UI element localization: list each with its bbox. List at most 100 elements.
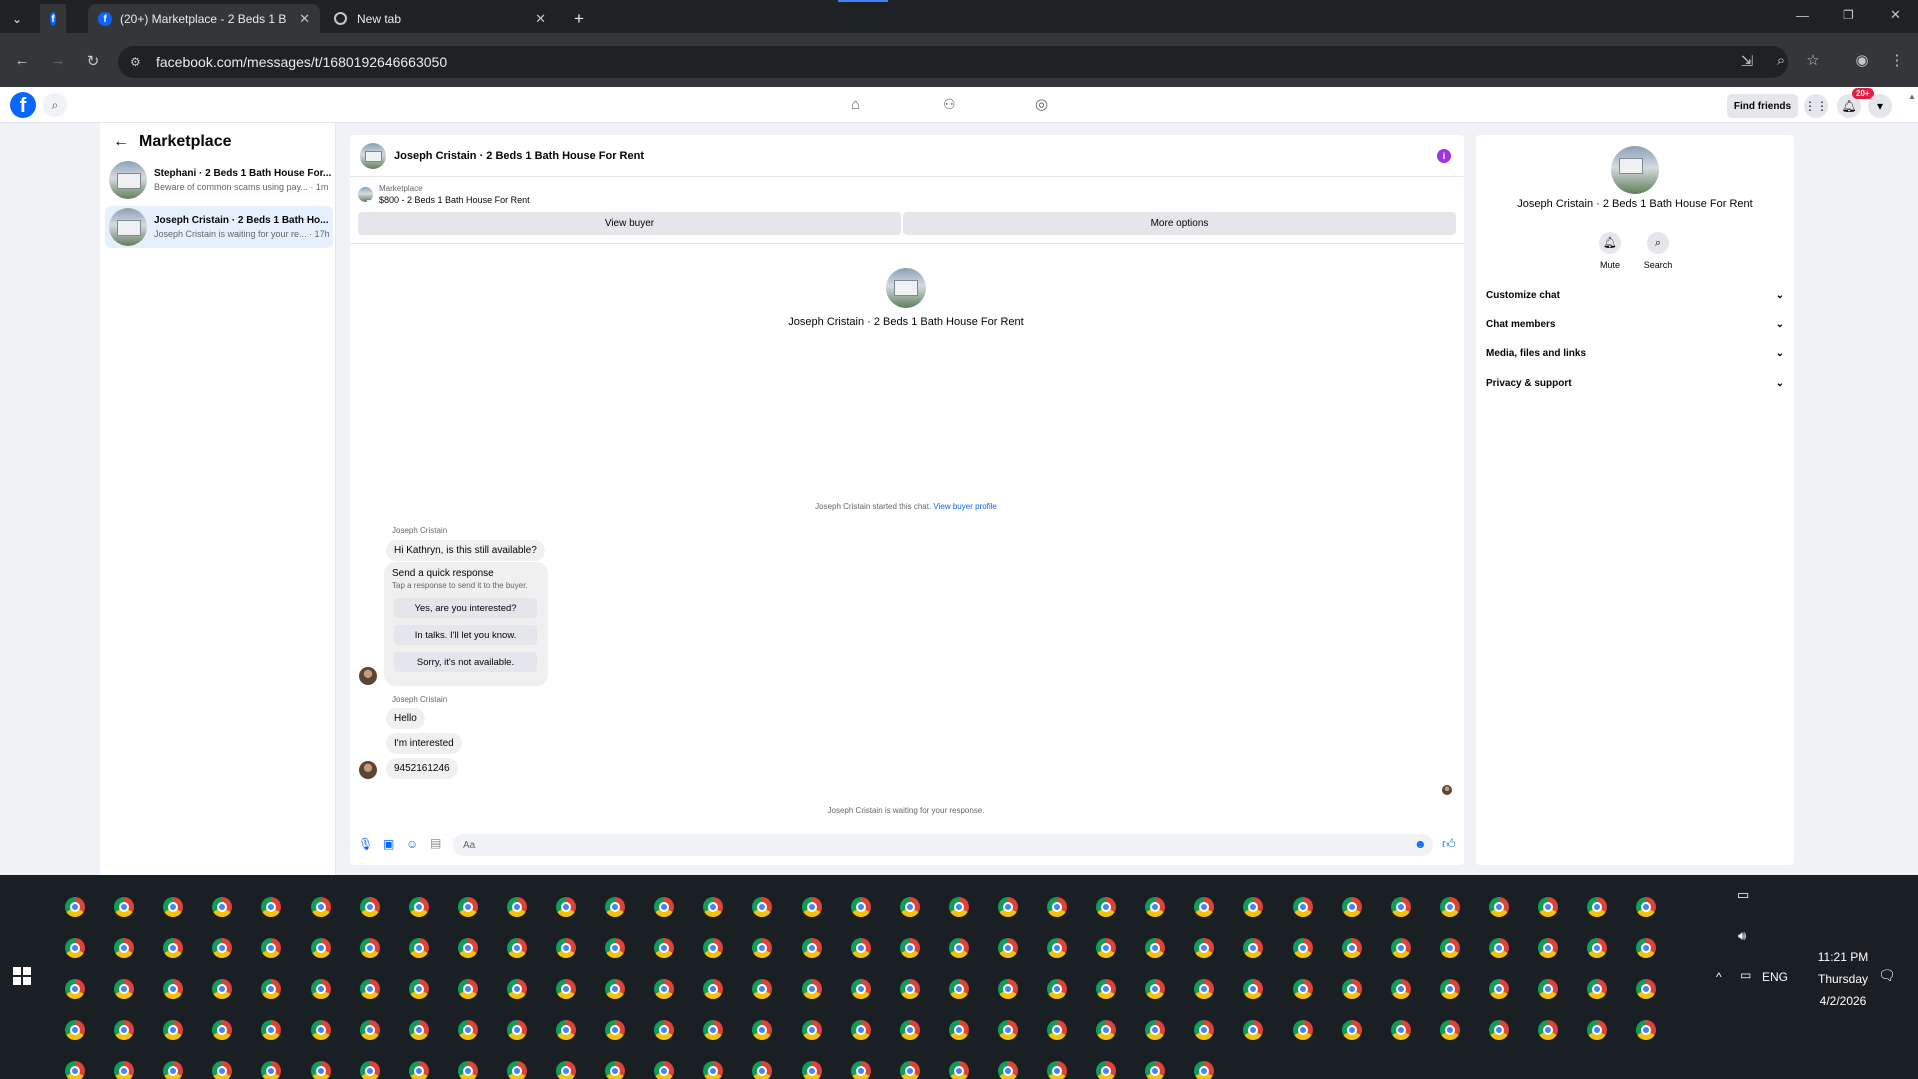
chrome-taskbar-icon[interactable]	[506, 979, 527, 999]
chrome-taskbar-icon[interactable]	[850, 897, 871, 917]
chrome-taskbar-icon[interactable]	[1292, 897, 1313, 917]
search-icon[interactable]: ⌕	[43, 93, 67, 117]
chrome-taskbar-icon[interactable]	[948, 1020, 969, 1040]
chrome-taskbar-icon[interactable]	[948, 1061, 969, 1079]
chrome-taskbar-icon[interactable]	[1145, 1061, 1166, 1079]
search-conversation-button[interactable]: ⌕ Search	[1638, 232, 1678, 270]
close-window-icon[interactable]: ✕	[1890, 7, 1901, 23]
apps-grid-icon[interactable]: ⋮⋮	[1804, 94, 1828, 118]
chrome-taskbar-icon[interactable]	[997, 897, 1018, 917]
chrome-taskbar-icon[interactable]	[1390, 1020, 1411, 1040]
forward-icon[interactable]: →	[47, 52, 69, 69]
chrome-taskbar-icon[interactable]	[556, 979, 576, 999]
quick-response-button[interactable]: Sorry, it's not available.	[394, 652, 537, 672]
profile-icon[interactable]: ◉	[1851, 51, 1873, 69]
new-tab-button[interactable]: +	[564, 4, 588, 33]
chrome-taskbar-icon[interactable]	[899, 979, 920, 999]
chrome-taskbar-icon[interactable]	[1538, 938, 1558, 958]
section-media-files[interactable]: Media, files and links ⌄	[1486, 348, 1784, 359]
chrome-taskbar-icon[interactable]	[310, 1020, 331, 1040]
chrome-taskbar-icon[interactable]	[506, 1061, 527, 1079]
quick-response-button[interactable]: In talks. I'll let you know.	[394, 625, 537, 645]
menu-icon[interactable]: ⋮	[1886, 51, 1908, 69]
back-arrow-icon[interactable]: ←	[113, 133, 129, 151]
chrome-taskbar-icon[interactable]	[801, 897, 822, 917]
chrome-taskbar-icon[interactable]	[359, 938, 380, 958]
chrome-taskbar-icon[interactable]	[605, 938, 626, 958]
page-scrollbar[interactable]: ▲	[1908, 92, 1916, 870]
chrome-taskbar-icon[interactable]	[408, 938, 429, 958]
chrome-taskbar-icon[interactable]	[310, 1061, 331, 1079]
chrome-taskbar-icon[interactable]	[801, 1020, 822, 1040]
chrome-taskbar-icon[interactable]	[1390, 897, 1411, 917]
chrome-taskbar-icon[interactable]	[506, 1020, 527, 1040]
mute-button[interactable]: 🔔︎ Mute	[1590, 232, 1630, 270]
chrome-taskbar-icon[interactable]	[1096, 1061, 1117, 1079]
chrome-taskbar-icon[interactable]	[65, 897, 85, 917]
bookmark-star-icon[interactable]: ☆	[1802, 51, 1824, 69]
chrome-taskbar-icon[interactable]	[1587, 938, 1608, 958]
chrome-taskbar-icon[interactable]	[212, 1061, 233, 1079]
view-buyer-button[interactable]: View buyer	[358, 212, 901, 235]
chrome-taskbar-icon[interactable]	[850, 1020, 871, 1040]
chrome-taskbar-icon[interactable]	[1047, 897, 1067, 917]
home-icon[interactable]: ⌂	[851, 96, 860, 113]
chrome-taskbar-icon[interactable]	[408, 979, 429, 999]
conversation-item[interactable]: Joseph Cristain · 2 Beds 1 Bath Ho... Jos…	[105, 206, 333, 248]
chrome-taskbar-icon[interactable]	[1047, 938, 1067, 958]
tab-marketplace[interactable]: f (20+) Marketplace - 2 Beds 1 B ✕	[88, 4, 320, 33]
clock[interactable]: 11:21 PM Thursday 4/2/2026	[1800, 946, 1886, 1012]
close-tab-icon[interactable]: ✕	[535, 11, 546, 27]
zoom-icon[interactable]: ⌕	[1770, 52, 1792, 69]
chrome-taskbar-icon[interactable]	[114, 979, 135, 999]
section-chat-members[interactable]: Chat members ⌄	[1486, 319, 1784, 330]
chrome-taskbar-icon[interactable]	[948, 979, 969, 999]
chrome-taskbar-icon[interactable]	[1096, 1020, 1117, 1040]
chrome-taskbar-icon[interactable]	[1587, 897, 1608, 917]
section-privacy-support[interactable]: Privacy & support ⌄	[1486, 378, 1784, 389]
microphone-icon[interactable]: 🎙︎	[358, 837, 373, 851]
chrome-taskbar-icon[interactable]	[1587, 979, 1608, 999]
chrome-taskbar-icon[interactable]	[899, 1061, 920, 1079]
chrome-taskbar-icon[interactable]	[997, 938, 1018, 958]
chrome-taskbar-icon[interactable]	[1538, 897, 1558, 917]
chrome-taskbar-icon[interactable]	[801, 979, 822, 999]
conversation-item[interactable]: Stephani · 2 Beds 1 Bath House For... Bew…	[105, 159, 333, 201]
chrome-taskbar-icon[interactable]	[948, 897, 969, 917]
chrome-taskbar-icon[interactable]	[65, 1020, 85, 1040]
tray-chevron-up-icon[interactable]: ^	[1716, 970, 1722, 984]
chrome-taskbar-icon[interactable]	[1488, 979, 1509, 999]
chrome-taskbar-icon[interactable]	[997, 1061, 1018, 1079]
reload-icon[interactable]: ↻	[82, 52, 104, 70]
chrome-taskbar-icon[interactable]	[1096, 979, 1117, 999]
chrome-taskbar-icon[interactable]	[457, 1061, 478, 1079]
quick-response-button[interactable]: Yes, are you interested?	[394, 598, 537, 618]
photo-icon[interactable]: ▣	[383, 837, 394, 851]
chrome-taskbar-icon[interactable]	[408, 897, 429, 917]
chrome-taskbar-icon[interactable]	[605, 897, 626, 917]
close-tab-icon[interactable]: ✕	[299, 11, 310, 27]
chrome-taskbar-icon[interactable]	[359, 979, 380, 999]
chrome-taskbar-icon[interactable]	[506, 897, 527, 917]
minimize-icon[interactable]: —	[1796, 8, 1809, 23]
chrome-taskbar-icon[interactable]	[801, 938, 822, 958]
listing-summary[interactable]: Marketplace $800 - 2 Beds 1 Bath House Fo…	[358, 184, 530, 205]
chrome-taskbar-icon[interactable]	[408, 1020, 429, 1040]
chrome-taskbar-icon[interactable]	[850, 1061, 871, 1079]
chrome-taskbar-icon[interactable]	[359, 897, 380, 917]
chrome-taskbar-icon[interactable]	[1488, 1020, 1509, 1040]
chrome-taskbar-icon[interactable]	[261, 1061, 282, 1079]
chrome-taskbar-icon[interactable]	[899, 938, 920, 958]
chrome-taskbar-icon[interactable]	[65, 979, 85, 999]
chrome-taskbar-icon[interactable]	[703, 1061, 724, 1079]
info-icon[interactable]: i	[1437, 149, 1451, 163]
network-icon[interactable]: ▭	[1740, 968, 1751, 982]
chat-avatar[interactable]	[360, 142, 386, 169]
chrome-taskbar-icon[interactable]	[114, 938, 135, 958]
chrome-taskbar-icon[interactable]	[65, 1061, 85, 1079]
chrome-taskbar-icon[interactable]	[1194, 1061, 1215, 1079]
chrome-taskbar-icon[interactable]	[556, 938, 576, 958]
gif-icon[interactable]: ▤	[430, 836, 441, 850]
chrome-taskbar-icon[interactable]	[1439, 938, 1460, 958]
language-indicator[interactable]: ENG	[1762, 970, 1788, 984]
